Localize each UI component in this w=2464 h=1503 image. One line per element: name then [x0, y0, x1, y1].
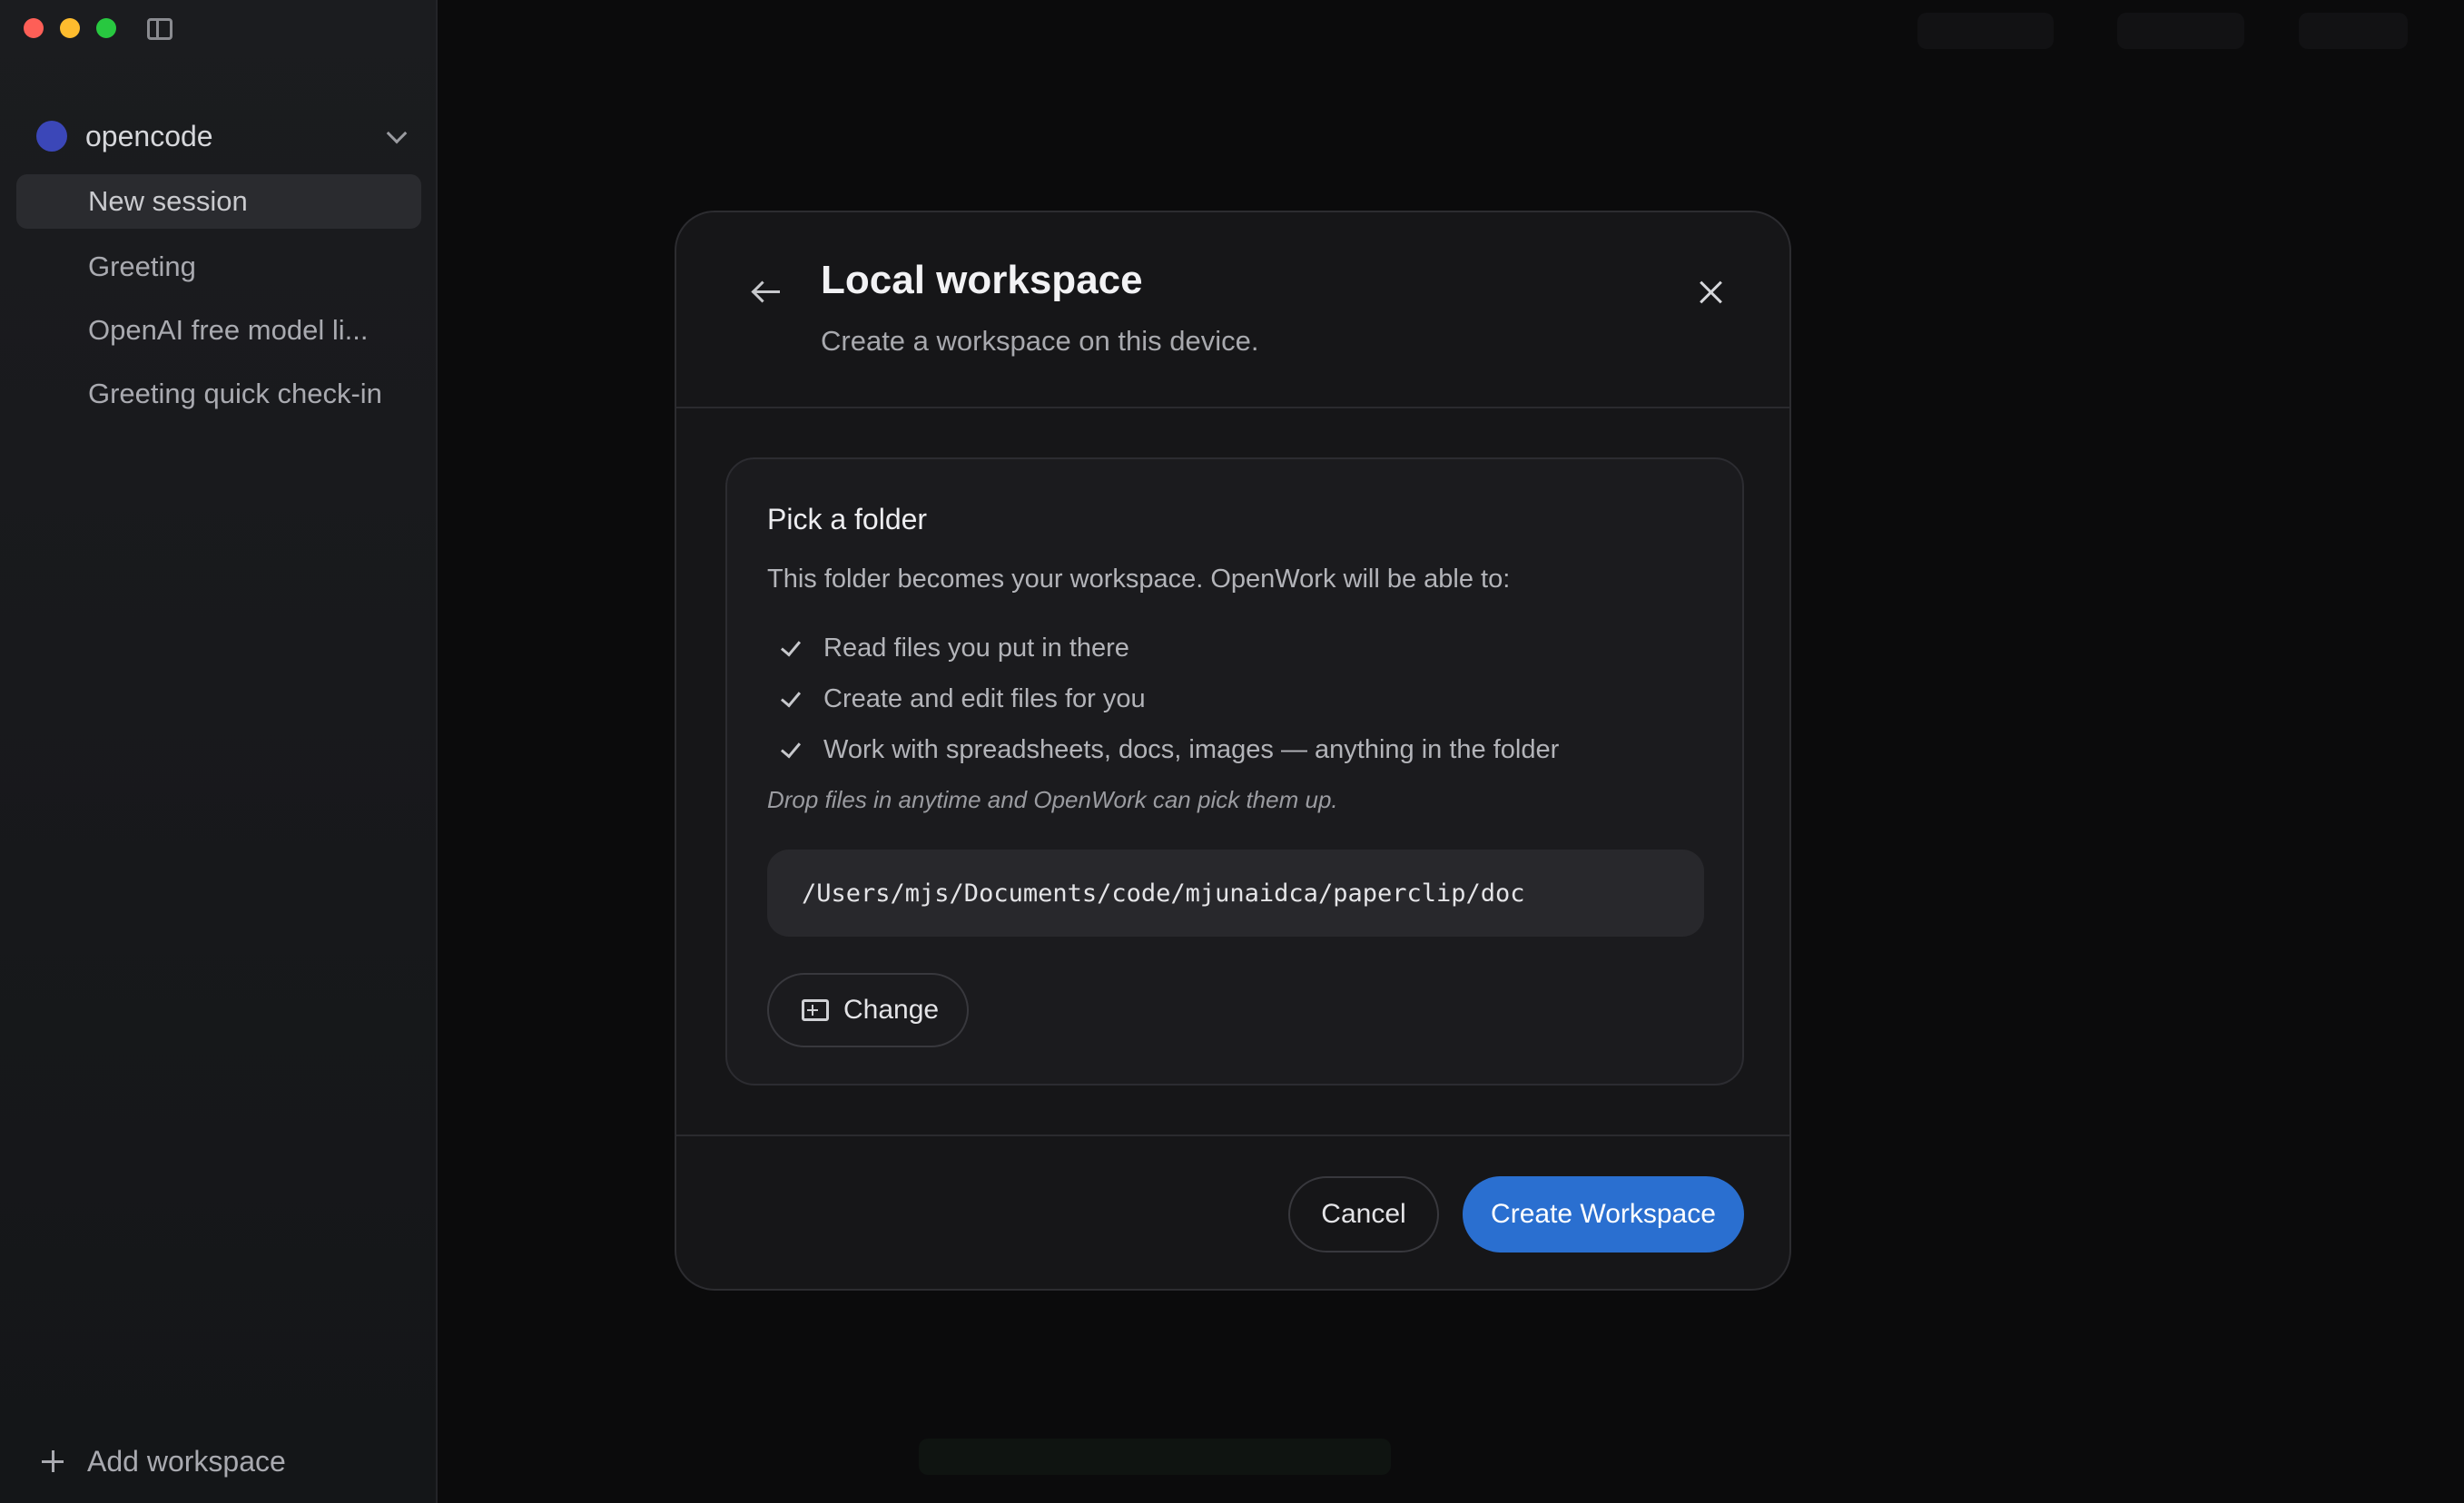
window-maximize-button[interactable]: [96, 18, 116, 38]
check-icon: [780, 739, 802, 761]
capability-item: Create and edit files for you: [780, 681, 1146, 717]
folder-plus-icon: [802, 999, 829, 1021]
cancel-button[interactable]: Cancel: [1288, 1176, 1439, 1252]
change-folder-button[interactable]: Change: [767, 973, 969, 1047]
session-item-new-session[interactable]: New session: [16, 174, 421, 229]
header-action-placeholder: [2117, 13, 2244, 49]
sidebar: opencode New session Greeting OpenAI fre…: [0, 0, 438, 1503]
capability-item: Work with spreadsheets, docs, images — a…: [780, 732, 1559, 768]
add-workspace-button[interactable]: Add workspace: [40, 1441, 286, 1481]
back-button[interactable]: [744, 269, 791, 316]
dialog-footer: Cancel Create Workspace: [676, 1135, 1789, 1289]
capability-label: Create and edit files for you: [823, 683, 1146, 713]
create-workspace-dialog: Local workspace Create a workspace on th…: [675, 211, 1791, 1291]
check-icon: [780, 637, 802, 659]
card-description: This folder becomes your workspace. Open…: [767, 565, 1511, 594]
close-icon: [1699, 280, 1724, 305]
window-minimize-button[interactable]: [60, 18, 80, 38]
check-icon: [780, 688, 802, 710]
session-item-greeting[interactable]: Greeting: [16, 240, 421, 294]
header-action-placeholder: [1917, 13, 2054, 49]
card-note: Drop files in anytime and OpenWork can p…: [767, 786, 1338, 813]
change-folder-label: Change: [843, 995, 940, 1025]
dialog-title: Local workspace: [821, 258, 1143, 302]
app-window: opencode New session Greeting OpenAI fre…: [0, 0, 2464, 1503]
window-close-button[interactable]: [24, 18, 44, 38]
session-item-openai-free-model[interactable]: OpenAI free model li...: [16, 303, 421, 358]
capability-label: Read files you put in there: [823, 633, 1129, 663]
workspace-selector[interactable]: opencode: [36, 116, 409, 156]
plus-icon: [40, 1449, 65, 1474]
close-button[interactable]: [1688, 269, 1735, 316]
status-bar-placeholder: [919, 1439, 1391, 1475]
card-title: Pick a folder: [767, 503, 928, 535]
session-item-label: Greeting: [88, 250, 196, 282]
header-action-placeholder: [2299, 13, 2408, 49]
pick-folder-card: Pick a folder This folder becomes your w…: [725, 457, 1744, 1086]
chevron-down-icon[interactable]: [385, 124, 409, 148]
dialog-header: Local workspace Create a workspace on th…: [676, 212, 1789, 408]
sidebar-toggle-icon[interactable]: [147, 18, 172, 40]
workspace-avatar: [36, 121, 67, 152]
dialog-subtitle: Create a workspace on this device.: [821, 325, 1259, 357]
session-item-label: Greeting quick check-in: [88, 378, 382, 409]
folder-path-field[interactable]: /Users/mjs/Documents/code/mjunaidca/pape…: [767, 850, 1704, 937]
add-workspace-label: Add workspace: [87, 1444, 286, 1478]
create-workspace-button[interactable]: Create Workspace: [1463, 1176, 1744, 1252]
session-item-label: New session: [88, 185, 248, 217]
capability-label: Work with spreadsheets, docs, images — a…: [823, 734, 1560, 764]
session-item-greeting-quick-check-in[interactable]: Greeting quick check-in: [16, 367, 421, 421]
workspace-name: opencode: [85, 119, 213, 152]
capability-item: Read files you put in there: [780, 630, 1129, 666]
arrow-left-icon: [754, 290, 780, 293]
session-item-label: OpenAI free model li...: [88, 314, 369, 346]
